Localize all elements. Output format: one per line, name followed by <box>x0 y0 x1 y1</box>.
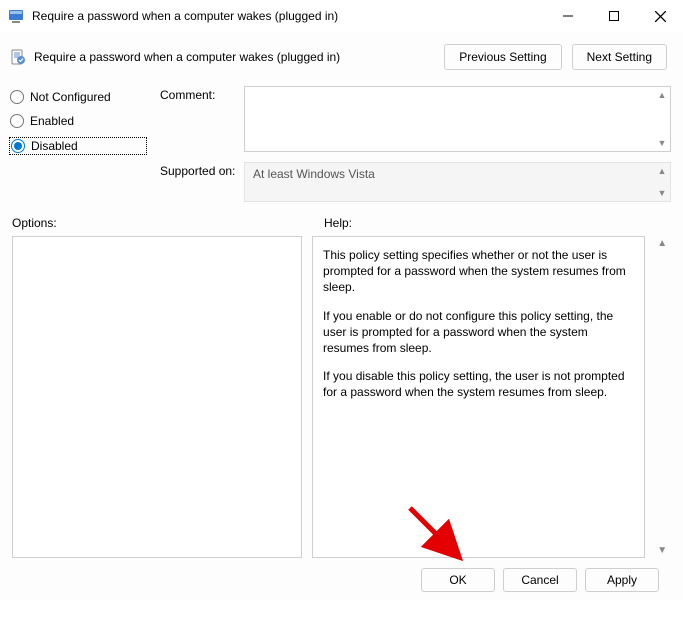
app-icon <box>8 8 24 24</box>
radio-label: Not Configured <box>30 90 111 104</box>
help-paragraph: If you disable this policy setting, the … <box>323 368 634 400</box>
minimize-button[interactable] <box>545 0 591 32</box>
radio-enabled[interactable]: Enabled <box>10 114 146 128</box>
radio-label: Enabled <box>30 114 74 128</box>
options-pane <box>12 236 302 558</box>
scroll-down-icon[interactable]: ▼ <box>656 187 668 199</box>
help-pane: This policy setting specifies whether or… <box>312 236 645 558</box>
supported-on-box: At least Windows Vista ▲ ▼ <box>244 162 671 202</box>
help-scrollbar[interactable]: ▲ ▼ <box>655 236 669 558</box>
comment-label: Comment: <box>160 86 236 152</box>
supported-label: Supported on: <box>160 162 236 202</box>
policy-title: Require a password when a computer wakes… <box>34 50 444 64</box>
help-paragraph: This policy setting specifies whether or… <box>323 247 634 296</box>
window-titlebar: Require a password when a computer wakes… <box>0 0 683 32</box>
maximize-button[interactable] <box>591 0 637 32</box>
window-controls <box>545 0 683 32</box>
policy-icon <box>10 49 26 65</box>
previous-setting-button[interactable]: Previous Setting <box>444 44 561 70</box>
cancel-button[interactable]: Cancel <box>503 568 577 592</box>
radio-not-configured[interactable]: Not Configured <box>10 90 146 104</box>
policy-header: Require a password when a computer wakes… <box>8 40 673 74</box>
help-paragraph: If you enable or do not configure this p… <box>323 308 634 357</box>
next-setting-button[interactable]: Next Setting <box>572 44 667 70</box>
dialog-footer: OK Cancel Apply <box>8 558 673 592</box>
supported-on-value: At least Windows Vista <box>253 167 375 181</box>
comment-textarea[interactable]: ▲ ▼ <box>244 86 671 152</box>
window-title: Require a password when a computer wakes… <box>32 9 545 23</box>
help-label: Help: <box>324 216 352 230</box>
scroll-up-icon[interactable]: ▲ <box>656 89 668 101</box>
options-label: Options: <box>12 216 324 230</box>
radio-disabled[interactable]: Disabled <box>10 138 146 154</box>
apply-button[interactable]: Apply <box>585 568 659 592</box>
radio-label: Disabled <box>31 139 78 153</box>
state-radio-group: Not Configured Enabled Disabled <box>10 86 146 202</box>
scroll-down-icon[interactable]: ▼ <box>657 545 667 556</box>
ok-button[interactable]: OK <box>421 568 495 592</box>
scroll-up-icon[interactable]: ▲ <box>657 238 667 249</box>
close-button[interactable] <box>637 0 683 32</box>
scroll-up-icon[interactable]: ▲ <box>656 165 668 177</box>
scroll-down-icon[interactable]: ▼ <box>656 137 668 149</box>
